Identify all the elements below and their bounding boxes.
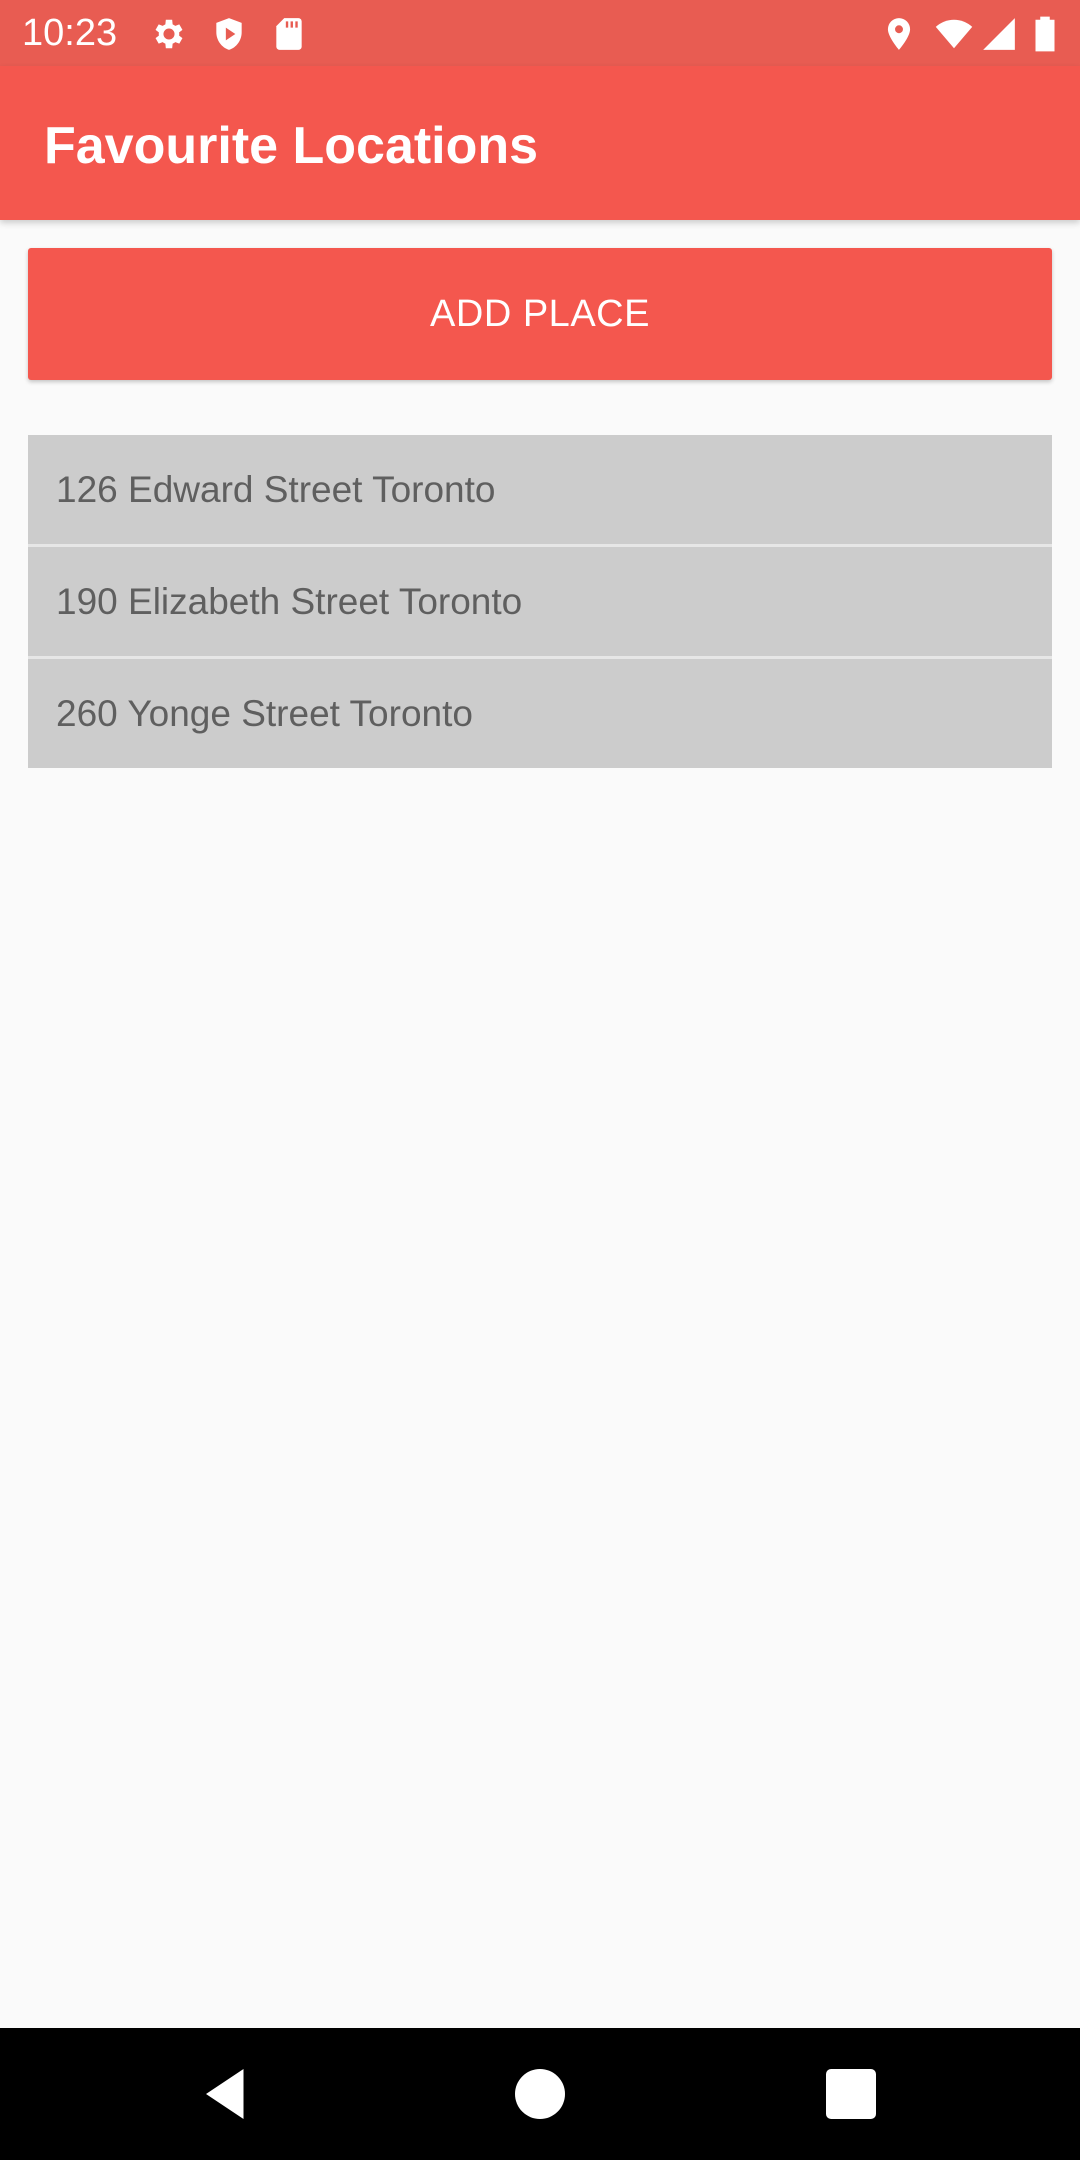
back-icon[interactable] — [196, 2064, 256, 2124]
list-item[interactable]: 190 Elizabeth Street Toronto — [28, 547, 1052, 659]
list-item[interactable]: 260 Yonge Street Toronto — [28, 659, 1052, 768]
location-pin-icon — [880, 15, 918, 53]
app-bar: Favourite Locations — [0, 66, 1080, 220]
locations-list: 126 Edward Street Toronto 190 Elizabeth … — [28, 435, 1052, 768]
location-label: 126 Edward Street Toronto — [56, 469, 496, 510]
status-bar: 10:23 — [0, 0, 1080, 66]
gear-icon — [150, 15, 188, 53]
shield-play-icon — [210, 15, 248, 53]
list-item[interactable]: 126 Edward Street Toronto — [28, 435, 1052, 547]
home-icon[interactable] — [510, 2064, 570, 2124]
location-label: 260 Yonge Street Toronto — [56, 693, 473, 734]
recents-icon[interactable] — [821, 2064, 881, 2124]
page-title: Favourite Locations — [44, 117, 539, 175]
wifi-icon — [935, 15, 973, 53]
cell-signal-icon — [980, 15, 1018, 53]
navigation-bar — [0, 2028, 1080, 2160]
status-time: 10:23 — [22, 12, 118, 54]
battery-icon — [1030, 15, 1060, 53]
location-label: 190 Elizabeth Street Toronto — [56, 581, 523, 622]
add-place-button[interactable]: ADD PLACE — [28, 248, 1052, 380]
sd-card-icon — [270, 15, 308, 53]
